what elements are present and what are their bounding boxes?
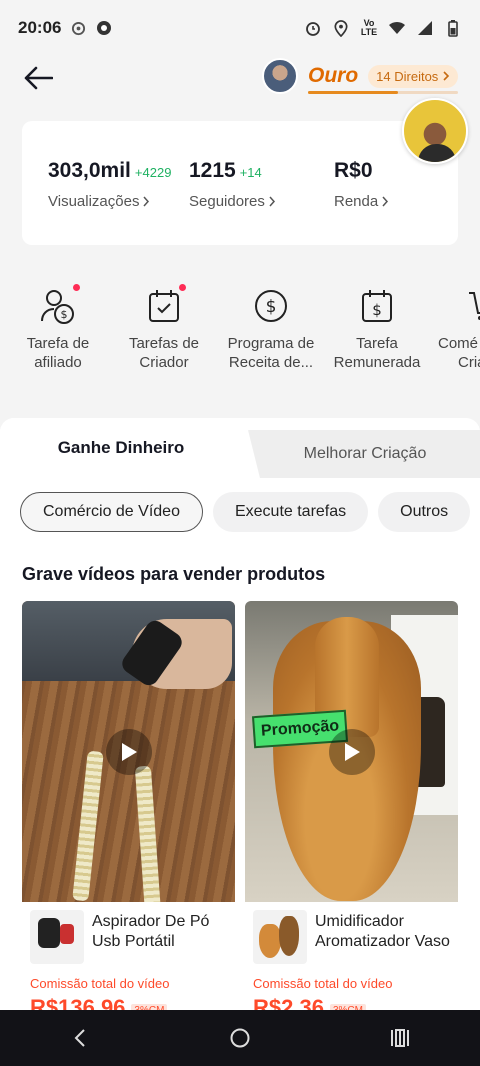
affiliate-money-icon: $ [38, 284, 80, 326]
tab-earn-money[interactable]: Ganhe Dinheiro [0, 418, 242, 478]
video-thumbnail[interactable] [22, 601, 235, 902]
product-card[interactable]: Aspirador De Pó Usb Portátil Comp... Com… [22, 601, 235, 1021]
product-image [253, 910, 307, 964]
nav-back-button[interactable] [50, 1010, 110, 1066]
tool-label: Programa de [227, 335, 315, 352]
chevron-right-icon [382, 196, 389, 207]
product-card[interactable]: Promoção Umidificador Aromatizador Vaso … [245, 601, 458, 1021]
play-icon[interactable] [106, 729, 152, 775]
chip-video-commerce[interactable]: Comércio de Vídeo [20, 492, 203, 532]
play-icon[interactable] [329, 729, 375, 775]
back-arrow-icon [24, 66, 53, 90]
tool-label: Comé [438, 335, 479, 352]
tool-label: Tarefas de [128, 335, 200, 352]
earn-panel: Melhorar Criação Ganhe Dinheiro Comércio… [0, 418, 480, 1021]
commission-label: Comissão total do vídeo [30, 976, 170, 991]
tool-affiliate-task[interactable]: $ Tarefa de afiliado [8, 284, 108, 372]
tool-label: Criador [139, 354, 189, 371]
wifi-icon [388, 19, 406, 37]
notification-dot [179, 284, 186, 291]
status-time: 20:06 [18, 18, 62, 37]
location-icon [332, 19, 350, 37]
tier-name: Ouro [308, 64, 359, 87]
tier-progress-fill [308, 91, 398, 94]
tool-label: afiliado [34, 354, 82, 371]
stat-value: 303,0mil [48, 159, 131, 182]
stat-delta: +4229 [134, 165, 172, 180]
status-bar: 20:06 Vo LTE [0, 0, 480, 56]
cart-icon [462, 286, 480, 326]
tier-rights-badge[interactable]: 14 Direitos [368, 64, 459, 88]
soccer-ball-icon [95, 19, 113, 37]
tier-rights-label: 14 Direitos [376, 68, 439, 84]
system-nav-bar [0, 1010, 480, 1066]
svg-text:$: $ [266, 297, 277, 317]
settings-status-icon [69, 19, 87, 37]
nav-back-icon [74, 1029, 85, 1047]
chip-others[interactable]: Outros [378, 492, 471, 532]
stat-value: 1215 [189, 159, 236, 182]
tool-label: Remunerada [333, 354, 421, 371]
calendar-check-icon [144, 284, 186, 326]
tool-paid-task[interactable]: $ Tarefa Remunerada [327, 286, 427, 372]
tab-bar: Melhorar Criação Ganhe Dinheiro [0, 418, 480, 478]
stat-delta: +14 [239, 165, 262, 180]
svg-text:$: $ [372, 301, 382, 319]
calendar-dollar-icon: $ [357, 286, 397, 326]
signal-icon [416, 19, 434, 37]
stat-value: R$0 [334, 159, 373, 182]
tool-label: Cria [458, 354, 480, 371]
stat-label: Renda [334, 193, 379, 210]
tab-improve-creation[interactable]: Melhorar Criação [236, 430, 480, 478]
commission-label: Comissão total do vídeo [253, 976, 393, 991]
stat-followers[interactable]: 1215 +14 Seguidores [189, 159, 276, 210]
dollar-circle-icon: $ [251, 286, 291, 326]
tool-creator-tasks[interactable]: Tarefas de Criador [114, 284, 214, 372]
tool-label: Tarefa de [26, 335, 90, 352]
alarm-icon [304, 19, 322, 37]
back-button[interactable] [20, 60, 56, 96]
header: Ouro 14 Direitos [0, 56, 480, 100]
chevron-right-icon [269, 196, 275, 207]
nav-home-icon [230, 1028, 250, 1048]
nav-recents-button[interactable] [370, 1010, 430, 1066]
floating-live-avatar[interactable] [402, 98, 468, 164]
tier-progress-bar [308, 91, 458, 94]
chevron-right-icon [143, 196, 150, 207]
avatar [262, 58, 298, 94]
stat-views[interactable]: 303,0mil +4229 Visualizações [48, 159, 171, 210]
tool-label: Receita de... [228, 354, 314, 371]
network-label: Vo LTE [360, 18, 378, 37]
tab-label: Melhorar Criação [303, 445, 427, 462]
tab-label: Ganhe Dinheiro [57, 438, 185, 457]
section-title: Grave vídeos para vender produtos [22, 564, 326, 584]
battery-icon [444, 19, 462, 37]
tool-label: Tarefa [356, 335, 398, 352]
chip-execute-tasks[interactable]: Execute tarefas [212, 492, 369, 532]
stats-card: 303,0mil +4229 Visualizações 1215 +14 Segu… [22, 121, 458, 245]
product-image [30, 910, 84, 964]
product-name: Aspirador De Pó Usb Portátil Comp... [92, 913, 210, 950]
notification-dot [73, 284, 80, 291]
tool-commerce-creator[interactable]: Comé Cria [434, 286, 480, 372]
product-name: Umidificador Aromatizador Vaso ... [315, 913, 450, 950]
creator-tier[interactable]: Ouro 14 Direitos [262, 58, 459, 94]
tool-revenue-program[interactable]: $ Programa de Receita de... [221, 286, 321, 372]
stat-income[interactable]: R$0 Renda [334, 159, 389, 210]
nav-home-button[interactable] [210, 1010, 270, 1066]
nav-recents-icon [391, 1029, 409, 1047]
svg-text:$: $ [61, 308, 68, 321]
filter-chips: Comércio de Vídeo Execute tarefas Outros [20, 492, 471, 532]
video-thumbnail[interactable]: Promoção [245, 601, 458, 902]
stat-label: Visualizações [48, 193, 140, 210]
stat-label: Seguidores [189, 193, 265, 210]
tools-row: $ Tarefa de afiliado Tarefas de Criador $ … [0, 284, 480, 386]
chevron-right-icon [443, 71, 450, 81]
